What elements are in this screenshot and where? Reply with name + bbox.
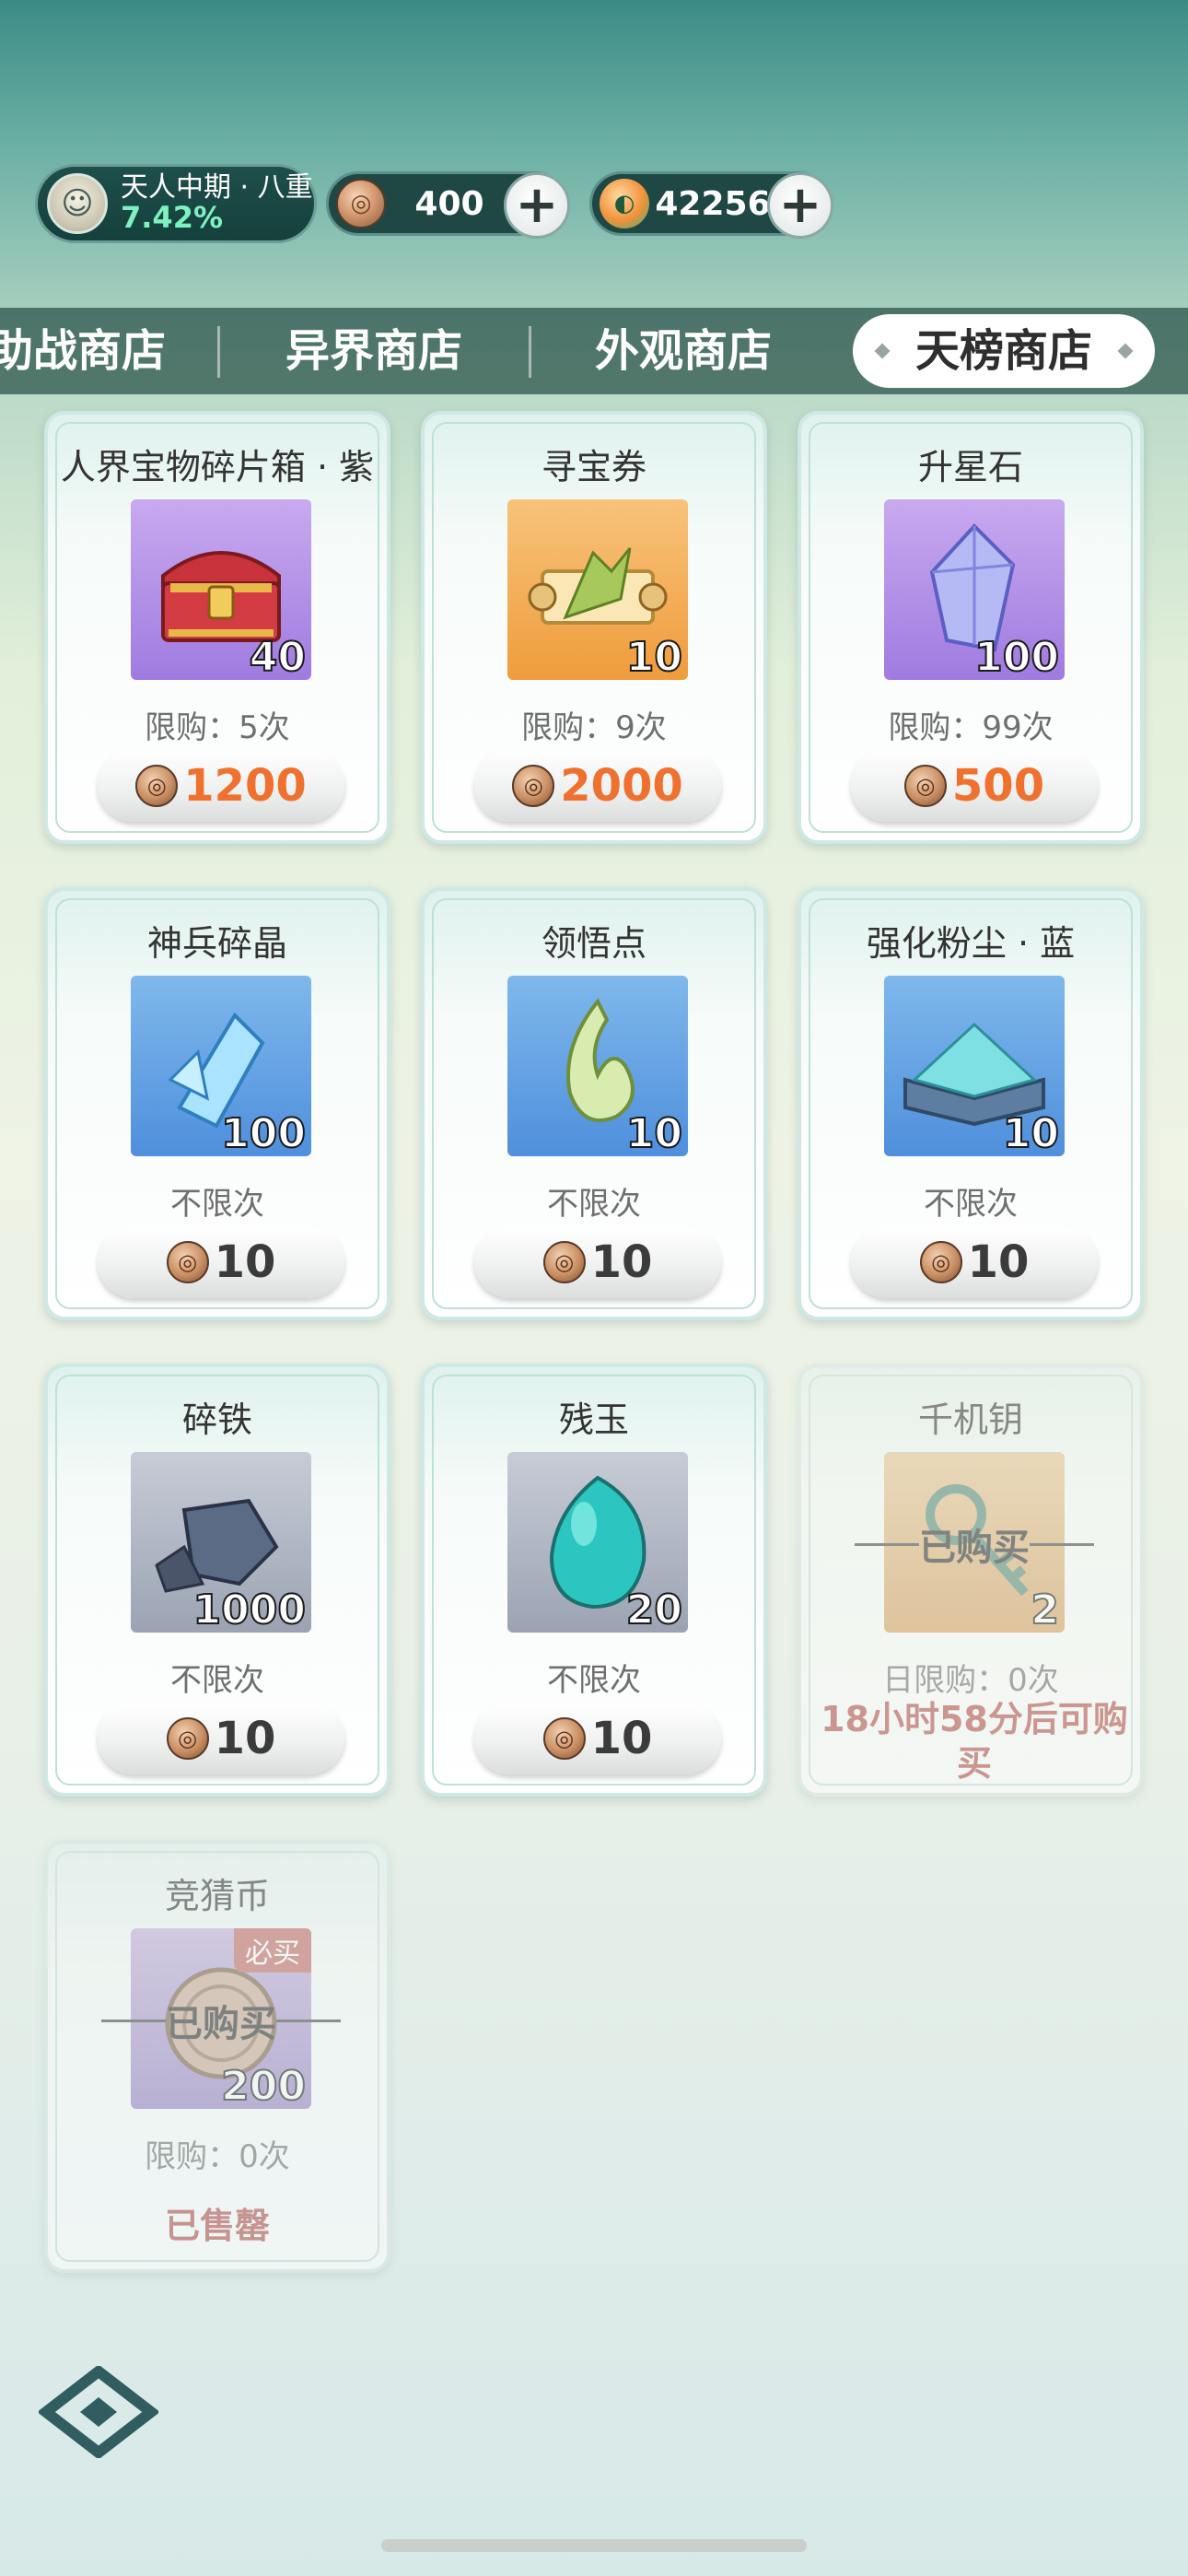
copper-coin-icon: ◎ — [903, 765, 947, 807]
item-quantity: 100 — [973, 634, 1060, 680]
item-name: 强化粉尘 · 蓝 — [866, 923, 1076, 964]
copper-coin-icon: ◎ — [135, 765, 179, 807]
item-name: 领悟点 — [541, 923, 646, 964]
currency-jade: ◐ 42256 + — [589, 171, 833, 239]
home-indicator[interactable] — [381, 2539, 807, 2552]
item-price: 500 — [951, 760, 1045, 812]
shop-item-card[interactable]: 寻宝券 10 限购：9次 ◎ 2000 — [421, 411, 767, 844]
purchase-limit: 限购：9次 — [521, 709, 667, 746]
item-price: 10 — [590, 1713, 653, 1764]
shop-item-card-purchased: 千机钥 2 已购买 日限购：0次 18小时58分后可购买 — [798, 1364, 1144, 1797]
item-price: 10 — [590, 1236, 653, 1288]
purchased-stamp: 已购买 — [855, 1516, 1094, 1572]
jade-stone-icon: 20 — [507, 1452, 688, 1633]
purchase-limit: 限购：0次 — [145, 2138, 290, 2175]
item-quantity: 10 — [1002, 1110, 1060, 1156]
shop-item-card[interactable]: 人界宝物碎片箱 · 紫 40 限购：5次 ◎ 1200 — [44, 411, 390, 844]
iron-ore-icon: 1000 — [131, 1452, 311, 1633]
realm-badge[interactable]: ☺ 天人中期 · 八重 7.42% — [35, 164, 317, 243]
item-quantity: 100 — [220, 1110, 307, 1156]
item-quantity: 40 — [249, 634, 307, 680]
buy-button[interactable]: ◎ 10 — [98, 1226, 344, 1298]
item-price: 10 — [214, 1713, 276, 1764]
shop-item-card[interactable]: 强化粉尘 · 蓝 10 不限次 ◎ 10 — [798, 887, 1144, 1320]
shop-item-card-soldout: 竞猜币 必买 200 已购买 限购：0次 已售罄 — [44, 1840, 390, 2273]
purchase-limit: 不限次 — [547, 1662, 641, 1699]
buy-button[interactable]: ◎ 10 — [851, 1226, 1098, 1298]
buy-button[interactable]: ◎ 10 — [474, 1703, 721, 1774]
game-logo-icon[interactable] — [39, 2366, 158, 2458]
copper-coin-icon: ◎ — [542, 1241, 586, 1283]
buy-button[interactable]: ◎ 10 — [474, 1226, 721, 1298]
copper-coin-icon: ◎ — [166, 1241, 209, 1283]
purchase-limit: 日限购：0次 — [882, 1662, 1059, 1699]
realm-name: 天人中期 · 八重 — [121, 171, 313, 205]
tab-otherworld-shop[interactable]: 异界商店 — [285, 308, 462, 394]
copper-coin-icon: ◎ — [512, 765, 555, 807]
item-name: 千机钥 — [917, 1399, 1023, 1440]
treasure-chest-icon: 40 — [131, 499, 311, 680]
shop-item-card[interactable]: 领悟点 10 不限次 ◎ 10 — [421, 887, 767, 1320]
item-price: 10 — [214, 1236, 276, 1288]
buy-button[interactable]: ◎ 2000 — [474, 750, 721, 822]
purchase-limit: 不限次 — [170, 1186, 264, 1223]
tab-appearance-shop[interactable]: 外观商店 — [595, 308, 772, 394]
buy-button[interactable]: ◎ 10 — [98, 1703, 344, 1774]
powder-box-icon: 10 — [884, 976, 1065, 1156]
item-quantity: 1000 — [192, 1587, 307, 1633]
realm-percent: 7.42% — [121, 199, 224, 235]
jade-swirl-icon: 10 — [507, 976, 688, 1156]
purchased-stamp: 已购买 — [101, 1993, 341, 2048]
item-name: 神兵碎晶 — [146, 923, 287, 964]
item-quantity: 200 — [220, 2063, 307, 2109]
purchase-limit: 限购：5次 — [145, 709, 290, 746]
restock-timer: 18小时58分后可购买 — [821, 1699, 1128, 1784]
item-quantity: 2 — [1030, 1587, 1060, 1633]
add-copper-button[interactable]: + — [504, 172, 570, 239]
purchase-limit: 不限次 — [547, 1186, 641, 1223]
buy-button[interactable]: ◎ 500 — [851, 750, 1098, 822]
sold-out-label: 已售罄 — [164, 2206, 270, 2246]
ice-shard-icon: 100 — [131, 976, 311, 1156]
shop-item-card[interactable]: 升星石 100 限购：99次 ◎ 500 — [798, 411, 1144, 844]
item-price: 10 — [967, 1236, 1030, 1288]
shop-item-card[interactable]: 残玉 20 不限次 ◎ 10 — [421, 1364, 767, 1797]
shop-item-card[interactable]: 碎铁 1000 不限次 ◎ 10 — [44, 1364, 390, 1797]
copper-coin-icon: ◎ — [166, 1717, 209, 1760]
item-price: 1200 — [183, 760, 307, 812]
item-quantity: 20 — [625, 1587, 683, 1633]
must-buy-tag: 必买 — [234, 1928, 311, 1973]
currency-copper: ◎ 400 + — [326, 171, 570, 239]
item-quantity: 10 — [625, 634, 683, 680]
purchase-limit: 不限次 — [170, 1662, 264, 1699]
shop-tab-bar: 助战商店 异界商店 外观商店 天榜商店 — [0, 308, 1188, 394]
tab-divider — [217, 326, 220, 378]
item-name: 残玉 — [558, 1399, 629, 1440]
item-name: 竞猜币 — [164, 1876, 270, 1916]
item-name: 碎铁 — [181, 1399, 252, 1440]
purchase-limit: 限购：99次 — [888, 709, 1054, 746]
tab-support-shop[interactable]: 助战商店 — [0, 308, 166, 394]
jade-coin-icon: ◐ — [600, 179, 649, 228]
copper-coin-icon: ◎ — [542, 1717, 586, 1760]
copper-coin-icon: ◎ — [336, 179, 386, 228]
item-quantity: 10 — [625, 1110, 683, 1156]
status-row: ☺ 天人中期 · 八重 7.42% ◎ 400 + ◐ 42256 + — [35, 164, 833, 243]
crystal-icon: 100 — [884, 499, 1065, 680]
scroll-ticket-icon: 10 — [507, 499, 688, 680]
copper-coin-icon: ◎ — [919, 1241, 962, 1283]
item-name: 寻宝券 — [541, 447, 646, 487]
item-name: 人界宝物碎片箱 · 紫 — [60, 447, 375, 487]
add-jade-button[interactable]: + — [767, 172, 833, 239]
buy-button[interactable]: ◎ 1200 — [98, 750, 344, 822]
tab-ranking-shop[interactable]: 天榜商店 — [853, 314, 1155, 388]
tab-divider — [529, 326, 531, 378]
item-name: 升星石 — [917, 447, 1023, 487]
shop-item-card[interactable]: 神兵碎晶 100 不限次 ◎ 10 — [44, 887, 390, 1320]
avatar: ☺ — [47, 173, 108, 234]
item-price: 2000 — [560, 760, 683, 812]
purchase-limit: 不限次 — [924, 1186, 1018, 1223]
